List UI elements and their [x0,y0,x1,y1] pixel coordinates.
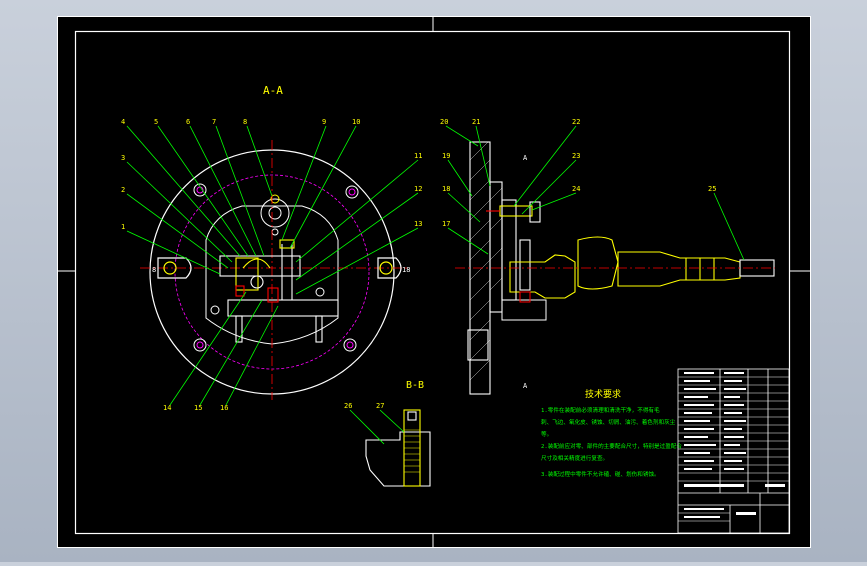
svg-text:12: 12 [414,185,422,193]
svg-text:2: 2 [121,186,125,194]
svg-text:3: 3 [121,154,125,162]
svg-text:20: 20 [440,118,448,126]
svg-text:18: 18 [442,185,450,193]
section-aa-label: A-A [263,84,283,97]
svg-text:16: 16 [220,404,228,412]
svg-text:7: 7 [212,118,216,126]
svg-text:19: 19 [442,152,450,160]
svg-text:14: 14 [163,404,171,412]
cad-drawing: A-A 8 18 4 5 6 7 8 9 10 3 2 1 11 12 13 1… [57,16,811,548]
svg-text:23: 23 [572,152,580,160]
svg-text:尺寸及相关精度进行复查。: 尺寸及相关精度进行复查。 [541,454,608,462]
svg-text:8: 8 [243,118,247,126]
svg-text:1.零件在装配前必须清理和清洗干净，不得有毛: 1.零件在装配前必须清理和清洗干净，不得有毛 [541,406,660,414]
svg-text:10: 10 [352,118,360,126]
svg-text:等。: 等。 [541,430,552,438]
svg-text:刺、飞边、氧化皮、锈蚀、切屑、油污、着色剂和灰尘: 刺、飞边、氧化皮、锈蚀、切屑、油污、着色剂和灰尘 [541,418,676,426]
svg-text:1: 1 [121,223,125,231]
svg-text:2.装配前应对零、部件的主要配合尺寸，特别是过盈配合: 2.装配前应对零、部件的主要配合尺寸，特别是过盈配合 [541,442,682,450]
svg-text:15: 15 [194,404,202,412]
svg-text:26: 26 [344,402,352,410]
svg-text:5: 5 [154,118,158,126]
svg-text:11: 11 [414,152,422,160]
svg-text:21: 21 [472,118,480,126]
svg-text:25: 25 [708,185,716,193]
tech-req-title: 技术要求 [585,388,621,400]
svg-text:4: 4 [121,118,125,126]
svg-text:22: 22 [572,118,580,126]
svg-text:3.装配过程中零件不允许磕、碰、划伤和锈蚀。: 3.装配过程中零件不允许磕、碰、划伤和锈蚀。 [541,470,660,478]
svg-text:13: 13 [414,220,422,228]
dim-left: 8 [152,266,156,274]
section-bb-label: B-B [406,380,424,391]
svg-text:6: 6 [186,118,190,126]
dim-right: 18 [402,266,410,274]
cad-viewport[interactable]: A-A 8 18 4 5 6 7 8 9 10 3 2 1 11 12 13 1… [0,0,867,562]
svg-text:24: 24 [572,185,580,193]
svg-text:27: 27 [376,402,384,410]
svg-text:9: 9 [322,118,326,126]
svg-text:17: 17 [442,220,450,228]
